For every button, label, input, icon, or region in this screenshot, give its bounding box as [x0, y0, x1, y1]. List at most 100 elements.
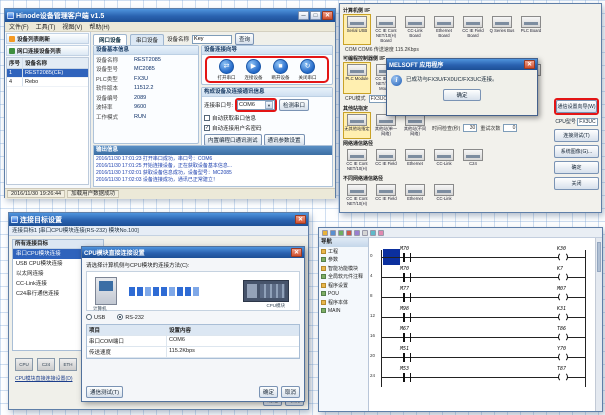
- pc-if-ccie-cont[interactable]: CC IE Cont NET/10(H) Board: [372, 14, 400, 45]
- vertical-scrollbar[interactable]: [595, 238, 602, 411]
- ladder-rung[interactable]: 16 M67 T86: [369, 324, 592, 344]
- conet-ccie-cont[interactable]: CC IE Cont NET/10(H): [343, 182, 371, 209]
- cpu-module-icon[interactable]: CPU: [15, 358, 33, 371]
- sidebar-group-refresh[interactable]: 设备列表刷新: [6, 33, 89, 44]
- detect-port-button[interactable]: 检测串口: [279, 99, 309, 111]
- toolbar-icon[interactable]: [370, 230, 376, 236]
- direct-connection-link[interactable]: CPU模块直接连接设置(D): [15, 375, 73, 382]
- menu-help[interactable]: 帮助(H): [89, 22, 109, 31]
- coil-symbol[interactable]: K7: [558, 272, 568, 282]
- melsoft-ok-button[interactable]: 确定: [443, 89, 481, 101]
- tree-item-pou[interactable]: POU: [319, 290, 368, 299]
- search-button[interactable]: 查询: [235, 33, 254, 45]
- minimize-button[interactable]: ─: [298, 11, 309, 20]
- contact-symbol[interactable]: M51: [403, 353, 411, 362]
- net-c24[interactable]: C24: [459, 147, 487, 174]
- pc-if-plc-board[interactable]: PLC Board: [517, 14, 545, 45]
- open-port-button[interactable]: ⇄打开串口: [218, 59, 236, 81]
- toolbar-icon[interactable]: [378, 230, 384, 236]
- tree-item-program-setting[interactable]: 程序设置: [319, 281, 368, 290]
- radio-usb[interactable]: USB: [86, 314, 105, 321]
- ladder-rung[interactable]: 24 M53 T87: [369, 364, 592, 384]
- coil-symbol[interactable]: K31: [558, 312, 568, 322]
- tab-network-device[interactable]: 网口设备: [93, 34, 127, 45]
- tab-serial-device[interactable]: 串口设备: [130, 34, 164, 45]
- melsoft-dialog-titlebar[interactable]: MELSOFT 应用程序 ✕: [387, 59, 537, 70]
- ladder-rung[interactable]: 8 M77 M07: [369, 284, 592, 304]
- tree-item-program-body[interactable]: 程序本体: [319, 298, 368, 307]
- system-image-button[interactable]: 系统图像(G)...: [554, 145, 599, 158]
- toolbar-icon[interactable]: [362, 230, 368, 236]
- ethernet-module-icon[interactable]: ETH: [59, 358, 77, 371]
- tree-item-intelligent-module[interactable]: 智能功能模块: [319, 264, 368, 273]
- close-button[interactable]: ✕: [295, 215, 306, 224]
- conet-cclink[interactable]: CC-Link: [430, 182, 458, 209]
- coil-symbol[interactable]: M07: [558, 292, 568, 302]
- contact-symbol[interactable]: M70: [403, 273, 411, 282]
- coil-symbol[interactable]: K30: [558, 252, 568, 262]
- c24-module-icon[interactable]: C24: [37, 358, 55, 371]
- ladder-rung[interactable]: 12 M98 K31: [369, 304, 592, 324]
- pc-if-cclink[interactable]: CC-Link Board: [401, 14, 429, 45]
- retry-input[interactable]: 0: [503, 124, 517, 132]
- connect-device-button[interactable]: ▶连接设备: [245, 59, 263, 81]
- conet-ethernet[interactable]: Ethernet: [401, 182, 429, 209]
- no-other-station[interactable]: 无其他站指定: [343, 112, 371, 139]
- tree-item-main[interactable]: MAIN: [319, 307, 368, 316]
- net-cclink[interactable]: CC-Link: [430, 147, 458, 174]
- toolbar-icon[interactable]: [354, 230, 360, 236]
- table-row[interactable]: 1 REST2085(CE): [7, 69, 88, 78]
- sidebar-group-network-devices[interactable]: 网口连接设备列表: [6, 45, 89, 56]
- ladder-rung[interactable]: 20 M51 Y70: [369, 344, 592, 364]
- pc-if-ethernet[interactable]: Ethernet Board: [430, 14, 458, 45]
- tree-item-project[interactable]: 工程: [319, 247, 368, 256]
- output-log[interactable]: 2016/11/30 17:01:23 打开串口成功，串口号：COM6 2016…: [94, 155, 332, 186]
- connection-test-button[interactable]: 连接测试(T): [554, 129, 599, 142]
- toolbar-icon[interactable]: [330, 230, 336, 236]
- close-button[interactable]: ✕: [322, 11, 333, 20]
- toolbar-icon[interactable]: [346, 230, 352, 236]
- ladder-rung[interactable]: 4 M70 K7: [369, 264, 592, 284]
- menu-file[interactable]: 文件(F): [9, 22, 29, 31]
- cancel-button[interactable]: 取消: [281, 386, 300, 398]
- toolbar-icon[interactable]: [322, 230, 328, 236]
- plc-if-module[interactable]: PLC Module: [343, 62, 371, 93]
- auto-port-checkbox[interactable]: [204, 115, 210, 121]
- coil-symbol[interactable]: T86: [558, 332, 568, 342]
- conet-ccie-field[interactable]: CC IE Field: [372, 182, 400, 209]
- ladder-diagram[interactable]: 0 M70 K30 4 M70 K7 8 M77 M07: [369, 238, 602, 411]
- contact-symbol[interactable]: M53: [403, 373, 411, 382]
- toolbar-icon[interactable]: [338, 230, 344, 236]
- chevron-down-icon[interactable]: ▼: [265, 101, 273, 109]
- radio-icon[interactable]: [117, 314, 123, 320]
- close-icon[interactable]: ✕: [524, 60, 535, 69]
- maximize-button[interactable]: □: [310, 11, 321, 20]
- com-port-select[interactable]: COM6 ▼: [237, 100, 275, 110]
- pc-if-ccie-field[interactable]: CC IE Field Board: [459, 14, 487, 45]
- time-check-input[interactable]: 30: [463, 124, 477, 132]
- close-port-button[interactable]: ↻关闭串口: [299, 59, 317, 81]
- w1-titlebar[interactable]: Hinode设备管理客户端 v1.5 ─ □ ✕: [5, 9, 335, 22]
- comm-test-button[interactable]: 通信测试(T): [86, 386, 123, 398]
- coil-symbol[interactable]: Y70: [558, 352, 568, 362]
- radio-rs232[interactable]: RS-232: [117, 314, 144, 321]
- disconnect-device-button[interactable]: ■断开设备: [272, 59, 290, 81]
- net-ccie-field[interactable]: CC IE Field: [372, 147, 400, 174]
- table-row[interactable]: 传送速度 115.2Kbps: [87, 347, 299, 358]
- table-row[interactable]: 串口COM端口 COM6: [87, 336, 299, 347]
- tree-item-global-comment[interactable]: 全局软元件注释: [319, 273, 368, 282]
- menu-tools[interactable]: 工具(T): [36, 22, 56, 31]
- pc-if-serial[interactable]: Serial USB: [343, 14, 371, 45]
- close-dialog-button[interactable]: 关闭: [554, 177, 599, 190]
- radio-icon[interactable]: [86, 314, 92, 320]
- scrollbar-thumb[interactable]: [597, 242, 601, 272]
- ok-button[interactable]: 确定: [259, 386, 278, 398]
- wizard-titlebar[interactable]: CPU模块直接连接设置 ✕: [82, 247, 304, 258]
- net-ccie-cont[interactable]: CC IE Cont NET/10(H): [343, 147, 371, 174]
- tree-item-parameter[interactable]: 参数: [319, 256, 368, 265]
- auto-login-checkbox[interactable]: ✓: [204, 125, 210, 131]
- search-input[interactable]: [192, 35, 232, 44]
- ladder-rung[interactable]: 0 M70 K30: [369, 244, 592, 264]
- coil-symbol[interactable]: T87: [558, 372, 568, 382]
- table-row[interactable]: 4 Rebo: [7, 78, 88, 87]
